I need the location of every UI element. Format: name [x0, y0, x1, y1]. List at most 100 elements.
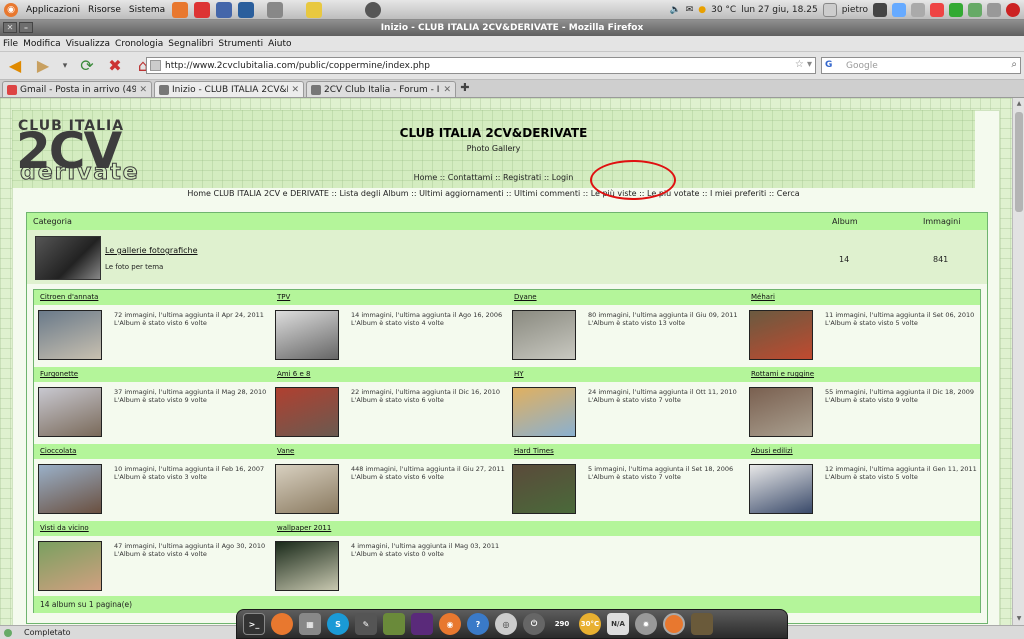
window-titlebar[interactable]: ✕ – Inizio - CLUB ITALIA 2CV&DERIVATE - … [0, 20, 1024, 36]
album-link[interactable]: Visti da vicino [40, 524, 89, 532]
ubuntu-logo-icon[interactable]: ◉ [4, 2, 18, 17]
album-link[interactable]: Méhari [751, 293, 775, 301]
help-launcher-icon[interactable] [194, 1, 211, 18]
screen-tray-icon[interactable] [873, 2, 887, 17]
album-thumbnail[interactable] [275, 387, 339, 437]
photo-manager-icon[interactable] [383, 613, 405, 635]
settings-gear-icon[interactable]: ✹ [635, 613, 657, 635]
album-link[interactable]: HY [514, 370, 524, 378]
menu-tools[interactable]: Strumenti [218, 39, 263, 49]
menu-applications[interactable]: Applicazioni [26, 5, 80, 15]
power-icon[interactable]: ⏻ [523, 613, 545, 635]
user-launcher-icon[interactable] [365, 1, 382, 18]
notes-launcher-icon[interactable] [306, 1, 323, 18]
vertical-scrollbar[interactable]: ▲ ▼ [1012, 98, 1024, 625]
minimize-window-icon[interactable]: – [19, 22, 33, 33]
album-link[interactable]: Dyane [514, 293, 537, 301]
display-tray-icon[interactable] [911, 2, 925, 17]
pen-icon[interactable]: ✎ [355, 613, 377, 635]
user-name[interactable]: pietro [842, 5, 868, 15]
tab-forum[interactable]: 2CV Club Italia - Forum - Indice ✕ [306, 81, 456, 97]
album-link[interactable]: TPV [277, 293, 290, 301]
power-tray-icon[interactable] [1006, 2, 1020, 17]
forward-arrow-icon[interactable]: ▶ [32, 55, 54, 77]
cd-icon[interactable]: ◎ [495, 613, 517, 635]
album-thumbnail[interactable] [749, 387, 813, 437]
clock[interactable]: lun 27 giu, 18.25 [741, 5, 818, 15]
album-thumbnail[interactable] [38, 310, 102, 360]
tab-club-italia[interactable]: Inizio - CLUB ITALIA 2CV&DER... ✕ [154, 81, 304, 97]
na-widget[interactable]: N/A [607, 613, 629, 635]
stop-icon[interactable]: ✖ [104, 55, 126, 77]
bookmark-star-icon[interactable]: ☆ ▾ [795, 59, 812, 70]
menu-file[interactable]: File [3, 39, 18, 49]
monitor-applet-icon[interactable] [411, 613, 433, 635]
ubuntu-icon[interactable]: ◉ [439, 613, 461, 635]
skype-icon[interactable]: S [327, 613, 349, 635]
sub-nav-links[interactable]: Home CLUB ITALIA 2CV e DERIVATE :: Lista… [12, 189, 975, 198]
close-tab-icon[interactable]: ✕ [139, 85, 147, 95]
album-thumbnail[interactable] [749, 464, 813, 514]
album-thumbnail[interactable] [38, 464, 102, 514]
back-arrow-icon[interactable]: ◀ [4, 55, 26, 77]
album-thumbnail[interactable] [38, 387, 102, 437]
firefox-launcher-icon[interactable] [172, 1, 189, 18]
category-thumbnail[interactable] [35, 236, 101, 280]
menu-system[interactable]: Sistema [129, 5, 165, 15]
menu-view[interactable]: Visualizza [66, 39, 110, 49]
close-tab-icon[interactable]: ✕ [443, 85, 451, 95]
mail-indicator-icon[interactable]: ✉ [686, 5, 694, 15]
weather-sun-icon[interactable]: 30°C [579, 613, 601, 635]
close-window-icon[interactable]: ✕ [3, 22, 17, 33]
close-tab-icon[interactable]: ✕ [291, 85, 299, 95]
menu-edit[interactable]: Modifica [23, 39, 61, 49]
keyboard-tray-icon[interactable] [968, 2, 982, 17]
album-link[interactable]: Hard Times [514, 447, 554, 455]
album-thumbnail[interactable] [275, 310, 339, 360]
internet-launcher-icon[interactable] [238, 1, 255, 18]
scroll-down-icon[interactable]: ▼ [1015, 615, 1023, 623]
battery-tray-icon[interactable] [987, 2, 1001, 17]
weather-temp[interactable]: 30 °C [711, 5, 736, 15]
gimp-icon[interactable] [691, 613, 713, 635]
firefox-active-icon[interactable] [663, 613, 685, 635]
menu-places[interactable]: Risorse [88, 5, 121, 15]
monitor-launcher-icon[interactable] [267, 1, 284, 18]
album-thumbnail[interactable] [512, 310, 576, 360]
album-thumbnail[interactable] [749, 310, 813, 360]
mail-launcher-icon[interactable] [216, 1, 233, 18]
album-thumbnail[interactable] [512, 464, 576, 514]
url-bar[interactable]: http://www.2cvclubitalia.com/public/copp… [146, 57, 816, 74]
menu-bookmarks[interactable]: Segnalibri [168, 39, 213, 49]
album-thumbnail[interactable] [275, 464, 339, 514]
album-link[interactable]: wallpaper 2011 [277, 524, 331, 532]
search-bar[interactable]: G Google ⌕ [821, 57, 1021, 74]
album-link[interactable]: Citroen d'annata [40, 293, 98, 301]
new-tab-icon[interactable]: ✚ [458, 82, 472, 96]
album-link[interactable]: Abusi edilizi [751, 447, 793, 455]
album-link[interactable]: Cioccolata [40, 447, 76, 455]
album-thumbnail[interactable] [38, 541, 102, 591]
tab-gmail[interactable]: Gmail - Posta in arrivo (49) - ... ✕ [2, 81, 152, 97]
menu-history[interactable]: Cronologia [115, 39, 163, 49]
update-tray-icon[interactable] [930, 2, 944, 17]
top-nav-links[interactable]: Home :: Contattami :: Registrati :: Logi… [12, 173, 975, 182]
terminal-icon[interactable]: >_ [243, 613, 265, 635]
google-engine-icon[interactable]: G [825, 60, 832, 70]
album-link[interactable]: Rottami e ruggine [751, 370, 814, 378]
scrollbar-thumb[interactable] [1015, 112, 1023, 212]
album-thumbnail[interactable] [512, 387, 576, 437]
calculator-icon[interactable]: ▦ [299, 613, 321, 635]
history-dropdown-icon[interactable]: ▾ [60, 55, 70, 77]
search-icon[interactable]: ⌕ [1011, 59, 1017, 70]
category-link[interactable]: Le gallerie fotografiche [105, 246, 198, 255]
album-link[interactable]: Furgonette [40, 370, 78, 378]
album-thumbnail[interactable] [275, 541, 339, 591]
album-link[interactable]: Ami 6 e 8 [277, 370, 310, 378]
volume-icon[interactable]: 🔈 [669, 5, 680, 15]
reload-icon[interactable]: ⟳ [76, 55, 98, 77]
chrome-tray-icon[interactable] [949, 2, 963, 17]
help-icon[interactable]: ? [467, 613, 489, 635]
network-tray-icon[interactable] [892, 2, 906, 17]
menu-help[interactable]: Aiuto [268, 39, 291, 49]
